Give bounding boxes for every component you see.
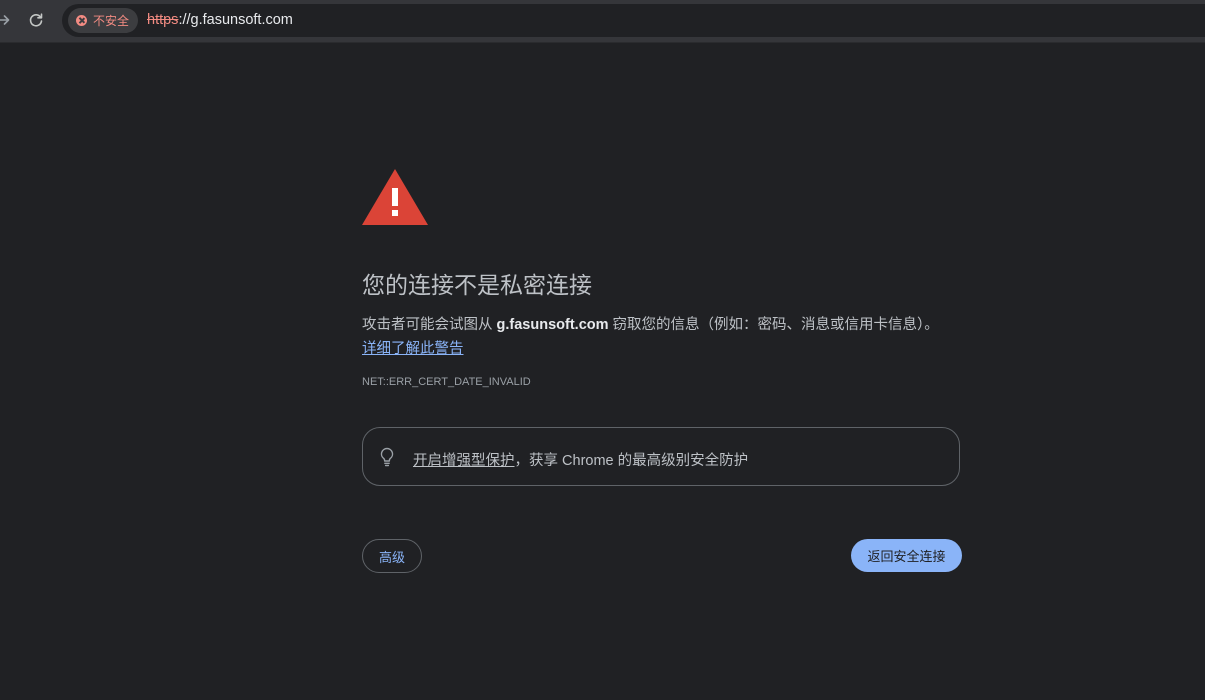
url-scheme: https xyxy=(147,12,179,28)
not-secure-label: 不安全 xyxy=(93,14,130,28)
site-host: g.fasunsoft.com xyxy=(496,317,609,333)
url-text[interactable]: https://g.fasunsoft.com xyxy=(147,12,293,28)
error-code: NET::ERR_CERT_DATE_INVALID xyxy=(362,376,531,388)
forward-button[interactable] xyxy=(0,6,18,34)
not-secure-chip[interactable]: 不安全 xyxy=(68,8,139,33)
description-prefix: 攻击者可能会试图从 xyxy=(362,317,497,333)
back-to-safety-button[interactable]: 返回安全连接 xyxy=(851,539,962,572)
enhanced-protection-promo: 开启增强型保护，获享 Chrome 的最高级别安全防护 xyxy=(362,427,960,486)
promo-text: 开启增强型保护，获享 Chrome 的最高级别安全防护 xyxy=(413,449,748,470)
error-description: 攻击者可能会试图从 g.fasunsoft.com 窃取您的信息（例如：密码、消… xyxy=(362,313,952,361)
warning-triangle-icon xyxy=(362,169,428,225)
arrow-right-icon xyxy=(0,15,10,25)
learn-more-link[interactable]: 详细了解此警告 xyxy=(362,341,464,357)
promo-suffix: ，获享 Chrome 的最高级别安全防护 xyxy=(514,453,749,469)
address-bar[interactable]: 不安全 https://g.fasunsoft.com xyxy=(62,4,1205,37)
lightbulb-icon xyxy=(380,447,394,467)
not-secure-icon xyxy=(76,15,87,26)
page-title: 您的连接不是私密连接 xyxy=(362,272,592,298)
url-host: ://g.fasunsoft.com xyxy=(178,12,293,28)
enhanced-protection-link[interactable]: 开启增强型保护 xyxy=(413,453,515,469)
browser-toolbar: 不安全 https://g.fasunsoft.com xyxy=(0,0,1205,43)
reload-icon xyxy=(29,13,43,27)
advanced-button[interactable]: 高级 xyxy=(362,539,422,573)
reload-button[interactable] xyxy=(22,6,50,34)
description-suffix: 窃取您的信息（例如：密码、消息或信用卡信息）。 xyxy=(608,317,939,333)
